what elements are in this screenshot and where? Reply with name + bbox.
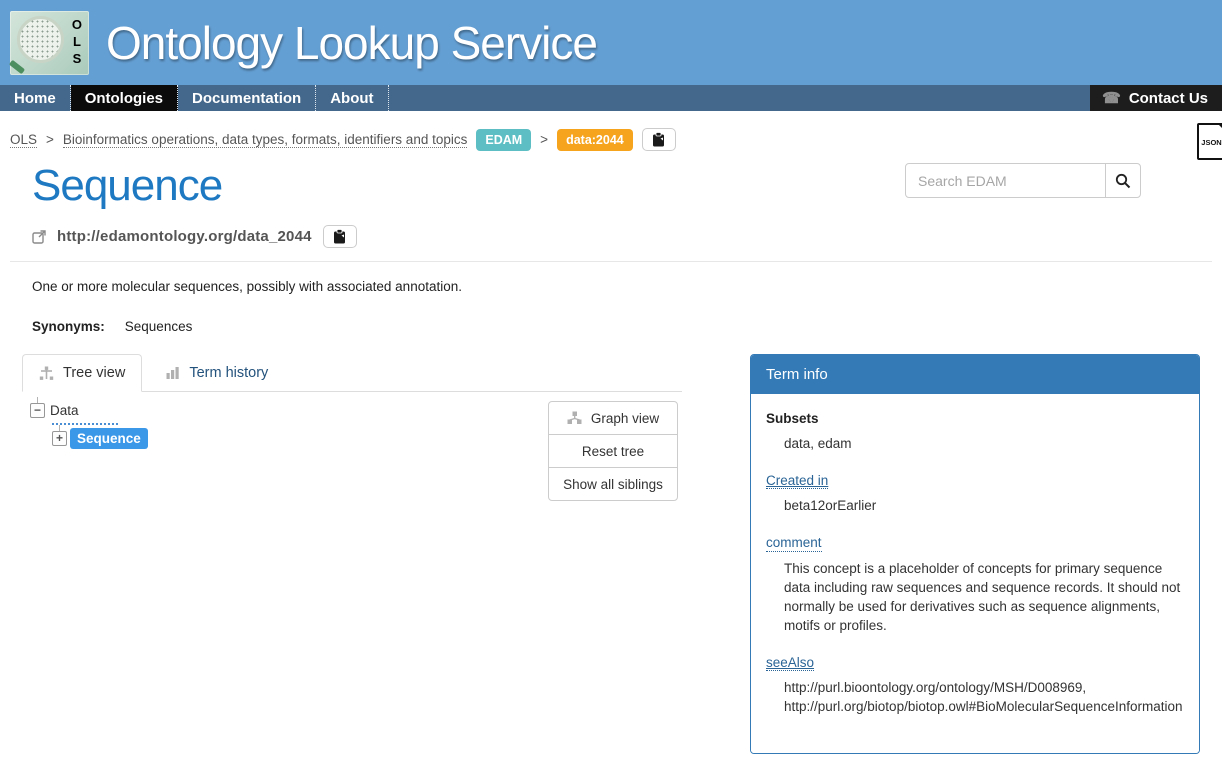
edam-badge[interactable]: EDAM bbox=[476, 129, 531, 151]
see-also-value: http://purl.bioontology.org/ontology/MSH… bbox=[784, 678, 1184, 716]
breadcrumb-separator: > bbox=[540, 132, 548, 147]
json-download-icon[interactable]: JSON bbox=[1197, 123, 1222, 160]
json-icon-label: JSON bbox=[1199, 138, 1222, 147]
synonyms-value: Sequences bbox=[125, 319, 193, 334]
tree-button-group: Graph view Reset tree Show all siblings bbox=[548, 401, 678, 501]
term-description: One or more molecular sequences, possibl… bbox=[32, 279, 1222, 294]
term-iri[interactable]: http://edamontology.org/data_2044 bbox=[57, 228, 312, 245]
tree-drop-indicator bbox=[52, 423, 118, 425]
bar-chart-icon bbox=[166, 366, 180, 379]
term-info-panel: Term info Subsets data, edam Created in … bbox=[750, 354, 1200, 754]
synonyms-row: Synonyms: Sequences bbox=[32, 319, 1222, 334]
copy-iri-button[interactable] bbox=[323, 225, 357, 248]
info-section-created-in: Created in beta12orEarlier bbox=[766, 473, 1184, 516]
clipboard-icon bbox=[652, 132, 665, 147]
tab-bar: Tree view Term history bbox=[22, 354, 682, 392]
tab-tree-view[interactable]: Tree view bbox=[22, 354, 142, 392]
breadcrumb: OLS > Bioinformatics operations, data ty… bbox=[10, 128, 1222, 151]
comment-label[interactable]: comment bbox=[766, 535, 822, 552]
tree-icon bbox=[39, 366, 54, 381]
nav-item-ontologies[interactable]: Ontologies bbox=[71, 85, 178, 111]
show-all-siblings-label: Show all siblings bbox=[563, 477, 663, 492]
ols-logo[interactable]: O L S bbox=[10, 11, 89, 75]
tab-term-history[interactable]: Term history bbox=[150, 354, 284, 391]
created-in-value: beta12orEarlier bbox=[784, 496, 1184, 515]
external-link-icon bbox=[32, 230, 46, 244]
clipboard-icon bbox=[333, 229, 346, 244]
tree-panel: Tree view Term history − Data + Sequ bbox=[22, 354, 682, 764]
nav-item-about[interactable]: About bbox=[316, 85, 388, 111]
subsets-value: data, edam bbox=[784, 434, 1184, 453]
info-section-comment: comment This concept is a placeholder of… bbox=[766, 535, 1184, 635]
info-section-see-also: seeAlso http://purl.bioontology.org/onto… bbox=[766, 655, 1184, 717]
comment-value: This concept is a placeholder of concept… bbox=[784, 559, 1184, 635]
main-columns: Tree view Term history − Data + Sequ bbox=[22, 354, 1200, 764]
site-header: O L S Ontology Lookup Service bbox=[0, 0, 1222, 85]
term-info-body: Subsets data, edam Created in beta12orEa… bbox=[751, 394, 1199, 753]
see-also-label[interactable]: seeAlso bbox=[766, 655, 814, 672]
term-id-badge: data:2044 bbox=[557, 129, 633, 151]
contact-us-label: Contact Us bbox=[1129, 90, 1208, 107]
search-group bbox=[905, 163, 1141, 198]
synonyms-label: Synonyms: bbox=[32, 319, 105, 334]
created-in-label[interactable]: Created in bbox=[766, 473, 828, 490]
search-icon bbox=[1115, 173, 1131, 189]
collapse-icon[interactable]: − bbox=[30, 403, 45, 418]
graph-icon bbox=[567, 411, 582, 425]
nav-item-documentation[interactable]: Documentation bbox=[178, 85, 316, 111]
site-title: Ontology Lookup Service bbox=[106, 16, 597, 70]
search-button[interactable] bbox=[1105, 163, 1141, 198]
breadcrumb-ols-link[interactable]: OLS bbox=[10, 132, 37, 148]
magnifier-handle-icon bbox=[9, 59, 25, 74]
tree-node-sequence-label[interactable]: Sequence bbox=[70, 428, 148, 449]
show-all-siblings-button[interactable]: Show all siblings bbox=[548, 467, 678, 501]
subsets-label: Subsets bbox=[766, 411, 819, 427]
graph-view-button[interactable]: Graph view bbox=[548, 401, 678, 435]
reset-tree-button[interactable]: Reset tree bbox=[548, 434, 678, 468]
phone-icon: ☎ bbox=[1102, 89, 1121, 107]
expand-icon[interactable]: + bbox=[52, 431, 67, 446]
graph-view-label: Graph view bbox=[591, 411, 659, 426]
iri-row: http://edamontology.org/data_2044 bbox=[32, 225, 1222, 248]
tab-term-history-label: Term history bbox=[189, 365, 268, 381]
divider bbox=[10, 261, 1212, 262]
ols-logo-text: O L S bbox=[72, 16, 82, 67]
main-nav: Home Ontologies Documentation About ☎ Co… bbox=[0, 85, 1222, 111]
breadcrumb-separator: > bbox=[46, 132, 54, 147]
search-input[interactable] bbox=[905, 163, 1106, 198]
copy-term-id-button[interactable] bbox=[642, 128, 676, 151]
info-section-subsets: Subsets data, edam bbox=[766, 411, 1184, 453]
nav-item-home[interactable]: Home bbox=[0, 85, 71, 111]
tab-tree-view-label: Tree view bbox=[63, 365, 125, 381]
breadcrumb-ontology-link[interactable]: Bioinformatics operations, data types, f… bbox=[63, 132, 467, 148]
term-info-header: Term info bbox=[751, 355, 1199, 394]
nav-contact-us[interactable]: ☎ Contact Us bbox=[1090, 85, 1222, 111]
reset-tree-label: Reset tree bbox=[582, 444, 644, 459]
term-info-column: Term info Subsets data, edam Created in … bbox=[750, 354, 1200, 754]
magnifier-lens-icon bbox=[17, 16, 64, 63]
tree-node-data-label[interactable]: Data bbox=[48, 402, 81, 419]
